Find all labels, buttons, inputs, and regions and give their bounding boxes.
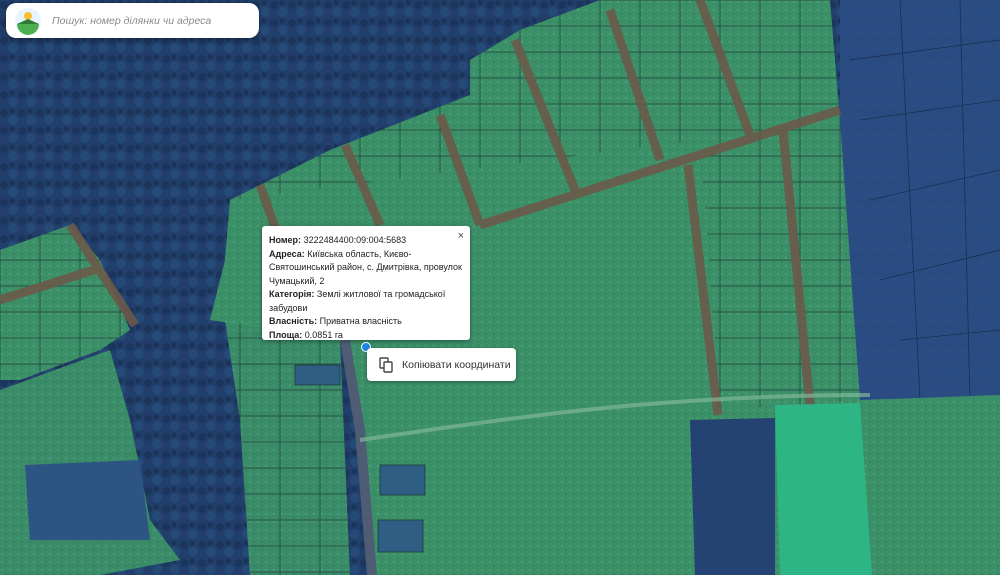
parcel-info-popup: × Номер: 3222484400:09:004:5683 Адреса: …: [262, 226, 470, 340]
parcel-ownership-label: Власність:: [269, 316, 318, 326]
close-icon[interactable]: ×: [458, 230, 464, 242]
parcel-area-value: 0.0851 га: [304, 329, 343, 340]
logo-icon: [15, 7, 41, 35]
forest-strip: [690, 418, 775, 575]
parcel-highlight[interactable]: [775, 403, 872, 575]
cadastral-map[interactable]: [0, 0, 1000, 575]
search-input[interactable]: [50, 13, 254, 28]
parcel-category-row: Категорія: Землі житлової та громадської…: [269, 288, 462, 315]
parcel-number-value: 3222484400:09:004:5683: [303, 235, 407, 245]
parcel-area-label: Площа:: [269, 329, 303, 340]
parcel-address-row: Адреса: Київська область, Києво-Святошин…: [269, 248, 462, 289]
search-bar[interactable]: [6, 3, 259, 38]
parcel-number-label: Номер:: [269, 235, 302, 245]
parcel-address-label: Адреса:: [269, 248, 305, 259]
parcel-ownership-row: Власність: Приватна власність: [269, 315, 462, 329]
copy-icon: [379, 356, 393, 373]
forest-parcel: [840, 0, 1000, 400]
parcel-ownership-value: Приватна власність: [319, 316, 402, 326]
parcel-category-label: Категорія:: [269, 289, 315, 299]
copy-coordinates-button[interactable]: Копіювати координати: [367, 348, 516, 381]
copy-coordinates-label: Копіювати координати: [402, 358, 511, 371]
parcel-number-row: Номер: 3222484400:09:004:5683: [269, 234, 462, 248]
parcel-area-row: Площа: 0.0851 га: [269, 329, 462, 343]
forest-parcel-bottom-left: [25, 460, 150, 540]
